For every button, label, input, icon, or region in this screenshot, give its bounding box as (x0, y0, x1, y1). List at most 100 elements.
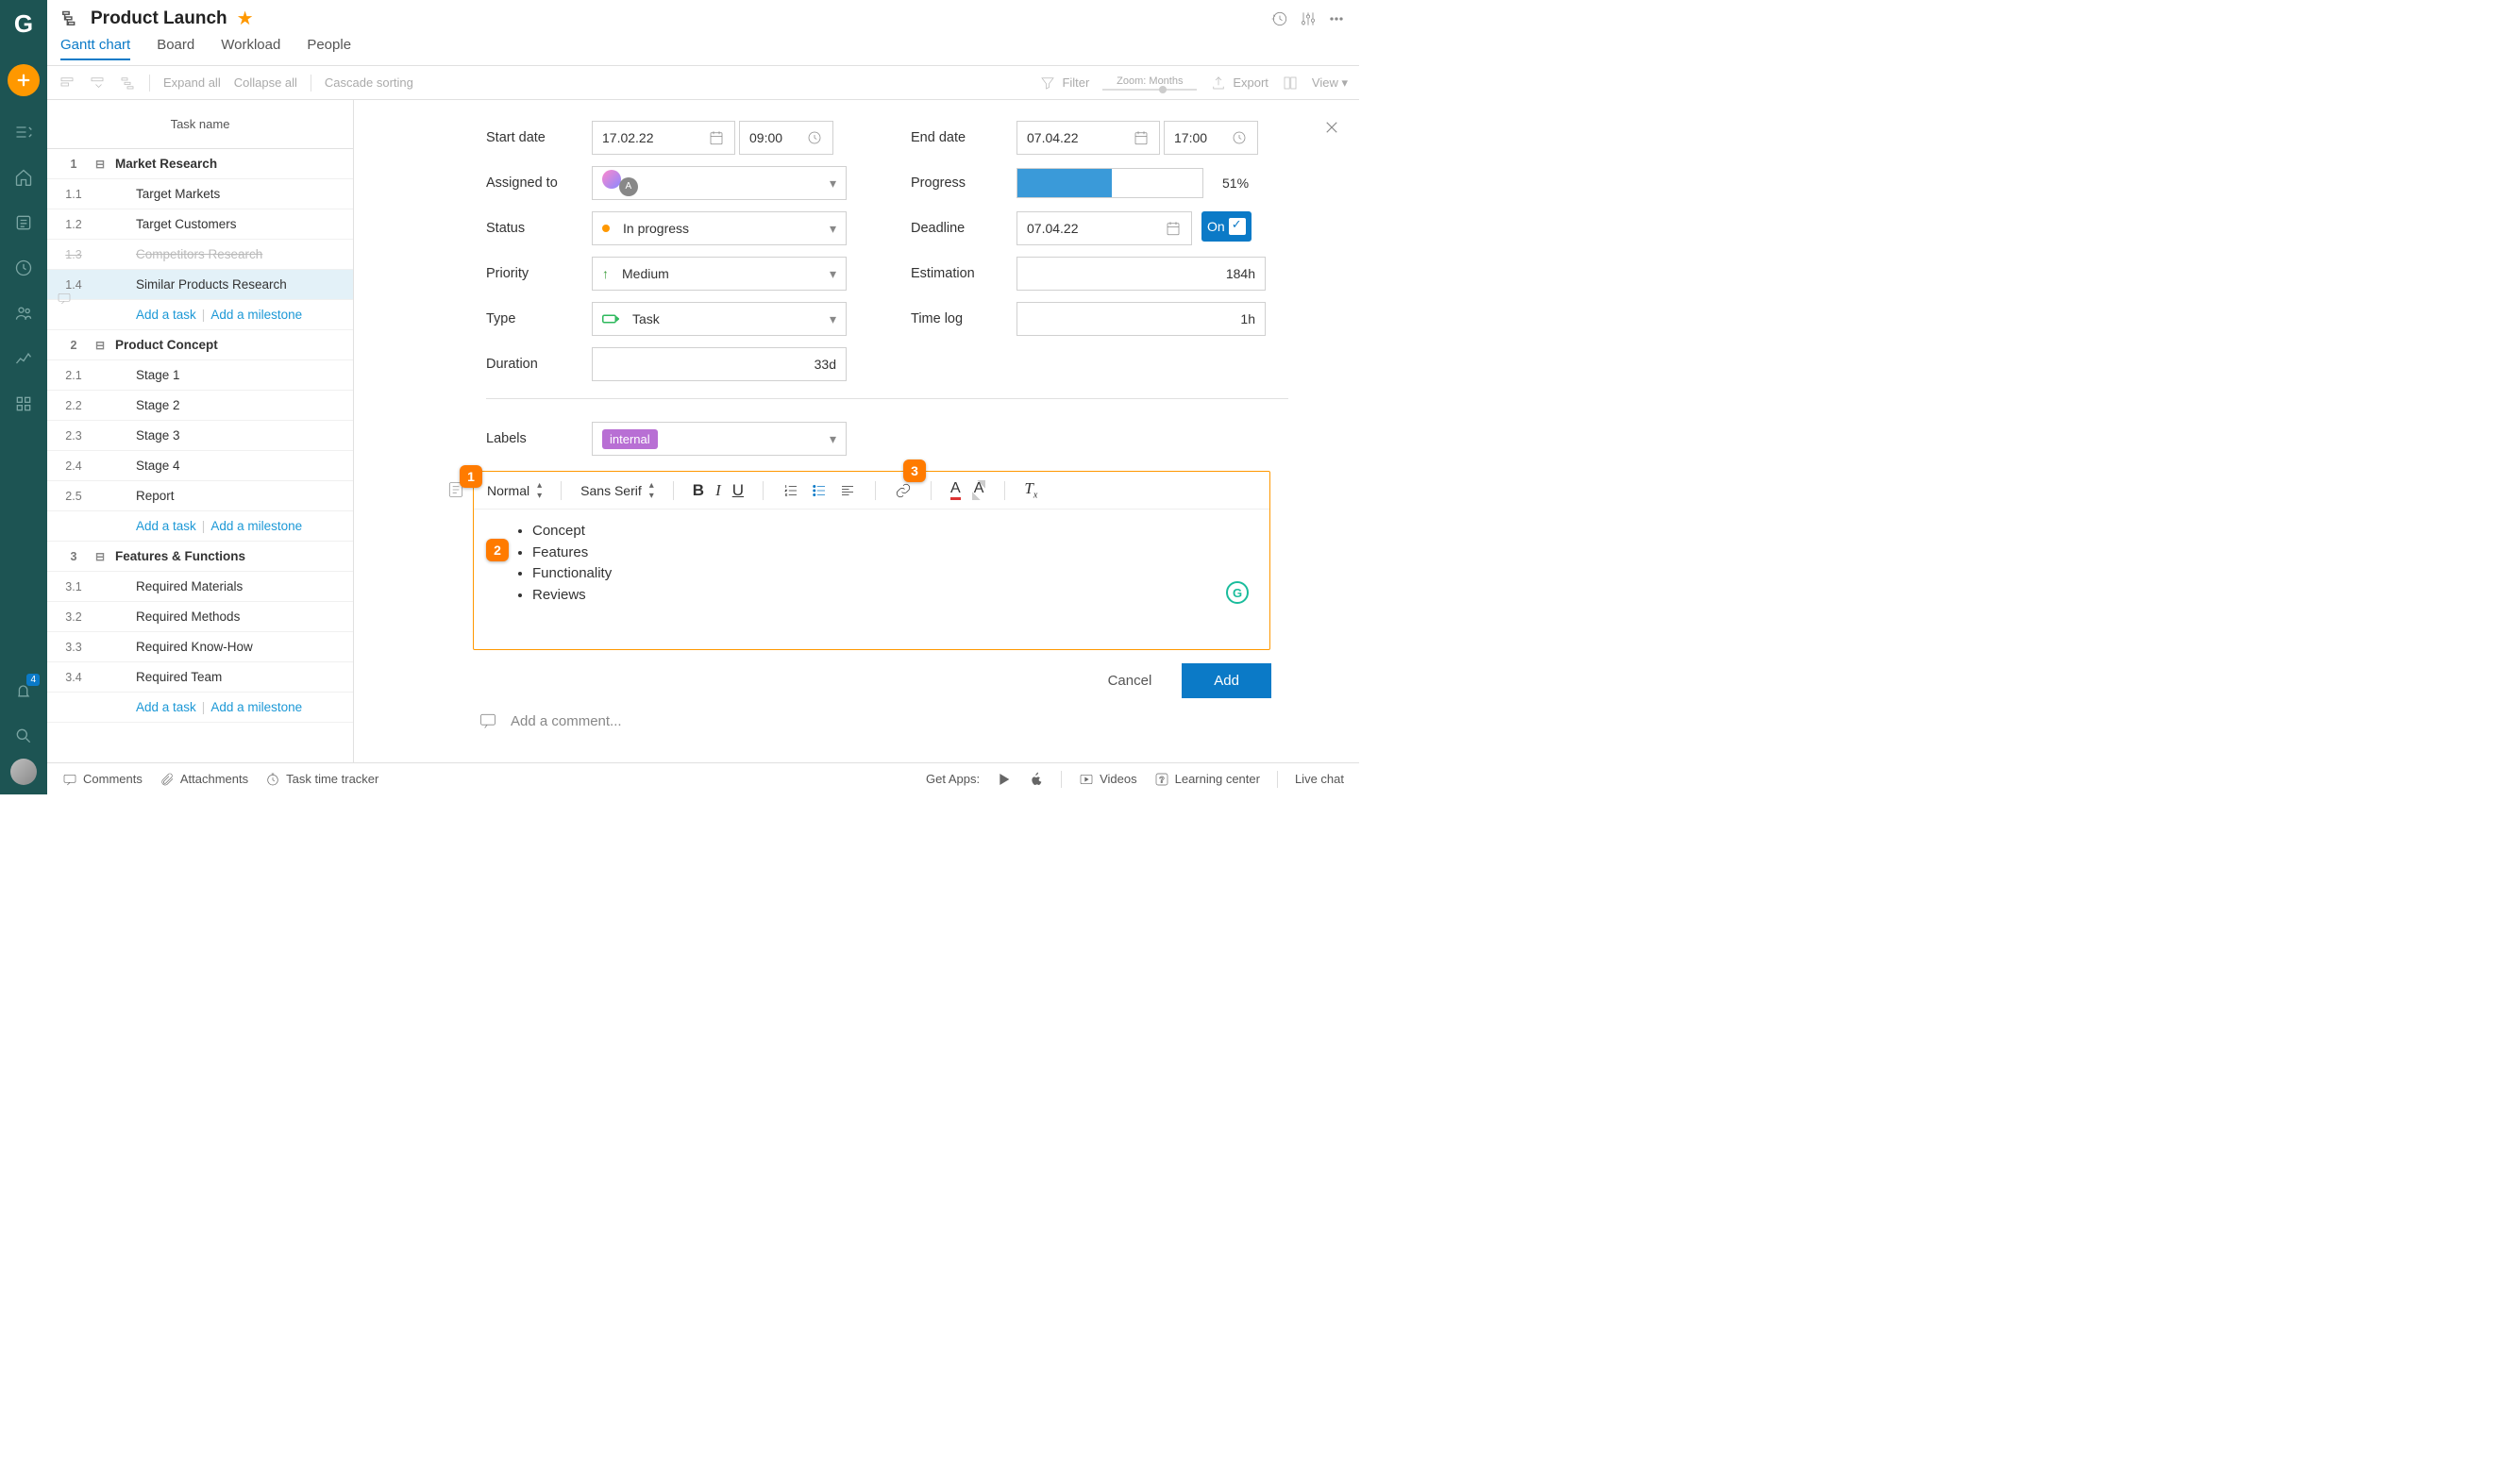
add-button[interactable] (8, 64, 40, 96)
footer-comments[interactable]: Comments (62, 772, 143, 787)
cascade-sorting[interactable]: Cascade sorting (325, 75, 413, 90)
more-icon[interactable] (1327, 9, 1346, 28)
progress-bar[interactable] (1016, 168, 1203, 198)
deadline-toggle[interactable]: On (1201, 211, 1252, 242)
underline-icon[interactable]: U (732, 481, 744, 500)
grammarly-icon[interactable]: G (1226, 581, 1249, 604)
status-label: Status (486, 221, 592, 236)
task-row[interactable]: 3.1Required Materials (47, 572, 353, 602)
task-row[interactable]: 2.3Stage 3 (47, 421, 353, 451)
status-select[interactable]: In progress ▾ (592, 211, 847, 245)
cancel-button[interactable]: Cancel (1089, 663, 1171, 698)
deadline-input[interactable]: 07.04.22 (1016, 211, 1192, 245)
tb-icon-3[interactable] (119, 75, 136, 92)
tab-workload[interactable]: Workload (221, 37, 280, 58)
ordered-list-icon[interactable] (782, 482, 799, 499)
priority-select[interactable]: ↑Medium ▾ (592, 257, 847, 291)
help-icon: ? (1154, 772, 1169, 787)
task-row[interactable]: 2.4Stage 4 (47, 451, 353, 481)
view-button[interactable]: View ▾ (1312, 75, 1348, 91)
filter-button[interactable]: Filter (1039, 75, 1089, 92)
italic-icon[interactable]: I (715, 481, 721, 500)
google-play-icon[interactable] (997, 772, 1012, 787)
labels-label: Labels (486, 431, 592, 446)
highlight-icon[interactable]: A (972, 480, 986, 500)
nav-people-icon[interactable] (0, 291, 47, 336)
add-button[interactable]: Add (1182, 663, 1271, 698)
assigned-select[interactable]: A ▾ (592, 166, 847, 200)
task-row[interactable]: 2.2Stage 2 (47, 391, 353, 421)
nav-tasks-icon[interactable] (0, 109, 47, 155)
expand-all[interactable]: Expand all (163, 75, 221, 90)
footer-attachments[interactable]: Attachments (160, 772, 248, 787)
add-task-row[interactable]: Add a task|Add a milestone (47, 511, 353, 542)
nav-home-icon[interactable] (0, 155, 47, 200)
star-icon[interactable]: ★ (237, 7, 254, 30)
user-avatar[interactable] (10, 759, 37, 785)
clear-format-icon[interactable]: Tx (1024, 479, 1037, 500)
add-task-row[interactable]: Add a task|Add a milestone (47, 300, 353, 330)
task-row[interactable]: 3.4Required Team (47, 662, 353, 693)
collapse-all[interactable]: Collapse all (234, 75, 297, 90)
footer-time-tracker[interactable]: Task time tracker (265, 772, 378, 787)
start-date-input[interactable]: 17.02.22 (592, 121, 735, 155)
clock-icon (1231, 129, 1248, 146)
task-group-row[interactable]: 3⊟Features & Functions (47, 542, 353, 572)
footer-videos[interactable]: Videos (1079, 772, 1137, 787)
bold-icon[interactable]: B (693, 481, 704, 500)
tb-icon-2[interactable] (89, 75, 106, 92)
text-color-icon[interactable]: A (950, 480, 961, 500)
estimation-label: Estimation (911, 266, 1016, 281)
link-icon[interactable] (895, 482, 912, 499)
comment-input[interactable]: Add a comment... (479, 698, 1336, 743)
footer-bar: Comments Attachments Task time tracker G… (47, 762, 1359, 794)
history-icon[interactable] (1270, 9, 1289, 28)
align-icon[interactable] (839, 482, 856, 499)
project-title: Product Launch (91, 8, 227, 29)
timelog-input[interactable]: 1h (1016, 302, 1266, 336)
type-select[interactable]: Task ▾ (592, 302, 847, 336)
description-editor[interactable]: Normal ▴▾ Sans Serif ▴▾ B I (473, 471, 1270, 650)
task-row[interactable]: 1.2Target Customers (47, 209, 353, 240)
font-select[interactable]: Sans Serif ▴▾ (580, 480, 654, 501)
export-button[interactable]: Export (1210, 75, 1268, 92)
nav-apps-icon[interactable] (0, 381, 47, 426)
clock-icon (806, 129, 823, 146)
labels-select[interactable]: internal ▾ (592, 422, 847, 456)
bullet-list-icon[interactable] (811, 482, 828, 499)
end-time-input[interactable]: 17:00 (1164, 121, 1258, 155)
tab-people[interactable]: People (307, 37, 351, 58)
task-group-row[interactable]: 1⊟Market Research (47, 149, 353, 179)
nav-list-icon[interactable] (0, 200, 47, 245)
nav-chart-icon[interactable] (0, 336, 47, 381)
task-row[interactable]: 1.3Competitors Research (47, 240, 353, 270)
tb-icon-1[interactable] (59, 75, 76, 92)
nav-notifications-icon[interactable]: 4 (0, 668, 47, 713)
end-date-input[interactable]: 07.04.22 (1016, 121, 1160, 155)
tab-board[interactable]: Board (157, 37, 194, 58)
task-row[interactable]: 2.5Report (47, 481, 353, 511)
task-row[interactable]: 3.2Required Methods (47, 602, 353, 632)
settings-sliders-icon[interactable] (1299, 9, 1318, 28)
nav-search-icon[interactable] (0, 713, 47, 759)
task-row[interactable]: 3.3Required Know-How (47, 632, 353, 662)
task-row[interactable]: 1.1Target Markets (47, 179, 353, 209)
zoom-control[interactable]: Zoom: Months (1102, 75, 1197, 91)
task-group-row[interactable]: 2⊟Product Concept (47, 330, 353, 360)
tab-gantt[interactable]: Gantt chart (60, 37, 130, 60)
start-time-input[interactable]: 09:00 (739, 121, 833, 155)
footer-learning[interactable]: ? Learning center (1154, 772, 1260, 787)
nav-clock-icon[interactable] (0, 245, 47, 291)
estimation-input[interactable]: 184h (1016, 257, 1266, 291)
format-select[interactable]: Normal ▴▾ (487, 480, 542, 501)
footer-live-chat[interactable]: Live chat (1295, 772, 1344, 786)
editor-content[interactable]: ConceptFeaturesFunctionalityReviews G (474, 509, 1269, 617)
tb-icon-split[interactable] (1282, 75, 1299, 92)
apple-icon[interactable] (1029, 772, 1044, 787)
duration-input[interactable]: 33d (592, 347, 847, 381)
add-task-row[interactable]: Add a task|Add a milestone (47, 693, 353, 723)
close-icon[interactable] (1323, 119, 1340, 136)
task-row[interactable]: 1.4Similar Products Research (47, 270, 353, 300)
task-type-icon (602, 312, 619, 326)
task-row[interactable]: 2.1Stage 1 (47, 360, 353, 391)
